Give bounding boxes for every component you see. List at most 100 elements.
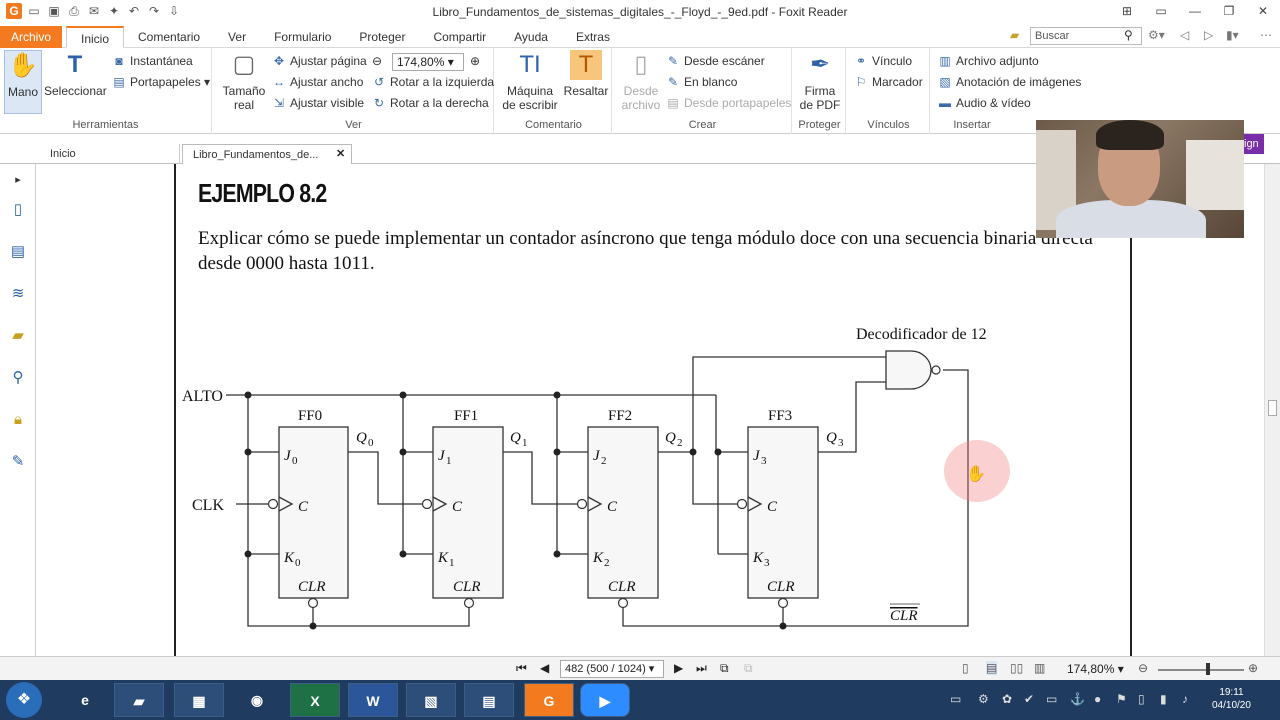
tray-volume-icon[interactable]: ♪: [1182, 692, 1188, 706]
gear-icon[interactable]: ⚙▾: [1148, 28, 1165, 42]
pdf-sign-button[interactable]: ✒ Firma de PDF: [796, 50, 844, 112]
pdf-tool-icon[interactable]: ▦: [174, 683, 224, 717]
user-icon[interactable]: ▮▾: [1226, 28, 1239, 42]
from-clipboard-button[interactable]: ▤ Desde portapapeles: [666, 94, 791, 112]
zoom-slider-thumb[interactable]: [1206, 663, 1210, 675]
tab-document[interactable]: Libro_Fundamentos_de...: [182, 144, 352, 164]
more-icon[interactable]: ⋯: [1260, 28, 1272, 42]
scrollbar-thumb[interactable]: [1268, 400, 1277, 416]
tray-network-icon[interactable]: ▮: [1160, 692, 1167, 706]
tray-keyboard-icon[interactable]: ▭: [950, 692, 961, 706]
bookmarks-icon[interactable]: ▯: [8, 200, 28, 220]
page-number-input[interactable]: 482 (500 / 1024) ▾: [560, 660, 664, 678]
continuous-facing-icon[interactable]: ▥: [1034, 661, 1045, 675]
tray-check-icon[interactable]: ✔: [1024, 692, 1034, 706]
sign-button[interactable]: ign: [1244, 134, 1264, 154]
attachments-icon[interactable]: ⚲: [8, 368, 28, 388]
vertical-scrollbar[interactable]: [1264, 164, 1280, 656]
text-select-icon: T: [67, 51, 83, 78]
layout-icon[interactable]: ⊞: [1110, 0, 1144, 24]
tab-compartir[interactable]: Compartir: [419, 26, 500, 48]
zoom-in-icon[interactable]: ⊕: [470, 52, 480, 70]
next-page-icon[interactable]: ▶: [674, 661, 683, 675]
facing-page-icon[interactable]: ▯▯: [1010, 661, 1023, 675]
tray-record-icon[interactable]: ●: [1094, 692, 1101, 706]
minimize-button[interactable]: —: [1178, 0, 1212, 24]
close-tab-icon[interactable]: ✕: [336, 147, 345, 160]
zoom-out-icon[interactable]: ⊖: [1138, 661, 1148, 675]
continuous-page-icon[interactable]: ▤: [986, 661, 998, 675]
zoom-slider[interactable]: [1158, 669, 1244, 671]
chrome-icon[interactable]: ◉: [232, 683, 282, 717]
snapshot-button[interactable]: ◙ Instantánea: [112, 52, 192, 70]
zoom-out-icon[interactable]: ⊖: [372, 52, 382, 70]
foxit-taskbar-icon[interactable]: G: [524, 683, 574, 717]
select-tool-button[interactable]: T Seleccionar: [44, 50, 107, 98]
actual-size-button[interactable]: ▢ Tamaño real: [220, 50, 268, 112]
rotate-left-button[interactable]: ↺ Rotar a la izquierda: [372, 73, 494, 91]
comments-icon[interactable]: ▰: [8, 326, 28, 346]
file-menu-button[interactable]: Archivo: [0, 26, 62, 48]
tab-home[interactable]: Inicio: [40, 144, 180, 164]
tab-comentario[interactable]: Comentario: [124, 26, 214, 48]
security-icon[interactable]: 🔒︎: [8, 410, 28, 430]
first-page-icon[interactable]: ⏮: [516, 661, 527, 676]
word-icon[interactable]: W: [348, 683, 398, 717]
clipboard-button[interactable]: ▤ Portapapeles ▾: [112, 73, 210, 91]
pages-icon[interactable]: ▤: [8, 242, 28, 262]
clock[interactable]: 19:11 04/10/20: [1212, 686, 1251, 712]
forward-icon[interactable]: ▷: [1204, 28, 1213, 42]
link-button[interactable]: ⚭ Vínculo: [854, 52, 912, 70]
zoom-taskbar-icon[interactable]: ▶: [580, 683, 630, 717]
back-icon[interactable]: ◁: [1180, 28, 1189, 42]
close-button[interactable]: ✕: [1246, 0, 1280, 24]
zoom-select[interactable]: 174,80% ▾: [392, 53, 464, 71]
hand-tool-button[interactable]: ✋ Mano: [4, 50, 42, 114]
image-annotation-button[interactable]: ▧ Anotación de imágenes: [938, 73, 1081, 91]
photo-icon[interactable]: ▧: [406, 683, 456, 717]
search-icon[interactable]: ⚲: [1124, 28, 1133, 42]
tab-ayuda[interactable]: Ayuda: [500, 26, 562, 48]
rotate-right-button[interactable]: ↻ Rotar a la derecha: [372, 94, 489, 112]
audio-video-button[interactable]: ▬ Audio & vídeo: [938, 94, 1031, 112]
blank-button[interactable]: ✎ En blanco: [666, 73, 737, 91]
highlight-button[interactable]: T Resaltar: [562, 50, 610, 98]
copy-icon[interactable]: ⧉: [720, 661, 729, 676]
fit-width-button[interactable]: ↔ Ajustar ancho: [272, 73, 363, 91]
from-file-button[interactable]: ▯ Desde archivo: [618, 50, 664, 112]
tray-usb-icon[interactable]: ⚓: [1070, 692, 1085, 706]
paste-icon[interactable]: ⧉: [744, 661, 753, 676]
single-page-icon[interactable]: ▯: [962, 661, 969, 675]
excel-icon[interactable]: X: [290, 683, 340, 717]
tab-extras[interactable]: Extras: [562, 26, 624, 48]
tab-inicio[interactable]: Inicio: [66, 26, 125, 48]
start-button[interactable]: ❖: [6, 682, 42, 718]
tray-flag-icon[interactable]: ⚑: [1116, 692, 1127, 706]
ie-icon[interactable]: e: [60, 683, 110, 717]
zoom-in-icon[interactable]: ⊕: [1248, 661, 1258, 675]
tray-app-icon[interactable]: ✿: [1002, 692, 1012, 706]
layers-icon[interactable]: ≋: [8, 284, 28, 304]
calculator-icon[interactable]: ▤: [464, 683, 514, 717]
tray-device-icon[interactable]: ▯: [1138, 692, 1145, 706]
from-scanner-button[interactable]: ✎ Desde escáner: [666, 52, 765, 70]
tray-window-icon[interactable]: ▭: [1046, 692, 1057, 706]
tab-ver[interactable]: Ver: [214, 26, 260, 48]
folder-icon[interactable]: ▰: [1010, 28, 1019, 42]
zoom-level[interactable]: 174,80% ▾: [1067, 662, 1124, 676]
last-page-icon[interactable]: ⏭: [696, 661, 707, 676]
explorer-icon[interactable]: ▰: [114, 683, 164, 717]
fit-page-button[interactable]: ✥ Ajustar página: [272, 52, 367, 70]
fit-visible-button[interactable]: ⇲ Ajustar visible: [272, 94, 364, 112]
previous-page-icon[interactable]: ◀: [540, 661, 549, 675]
tray-settings-icon[interactable]: ⚙: [978, 692, 989, 706]
attachment-button[interactable]: ▥ Archivo adjunto: [938, 52, 1038, 70]
expand-panel-icon[interactable]: ▸: [8, 170, 28, 190]
tab-proteger[interactable]: Proteger: [345, 26, 419, 48]
ribbon-toggle-icon[interactable]: ▭: [1144, 0, 1178, 24]
bookmark-button[interactable]: ⚐ Marcador: [854, 73, 923, 91]
tab-formulario[interactable]: Formulario: [260, 26, 345, 48]
maximize-button[interactable]: ❐: [1212, 0, 1246, 24]
typewriter-button[interactable]: TI Máquina de escribir: [500, 50, 560, 112]
signatures-icon[interactable]: ✎: [8, 452, 28, 472]
